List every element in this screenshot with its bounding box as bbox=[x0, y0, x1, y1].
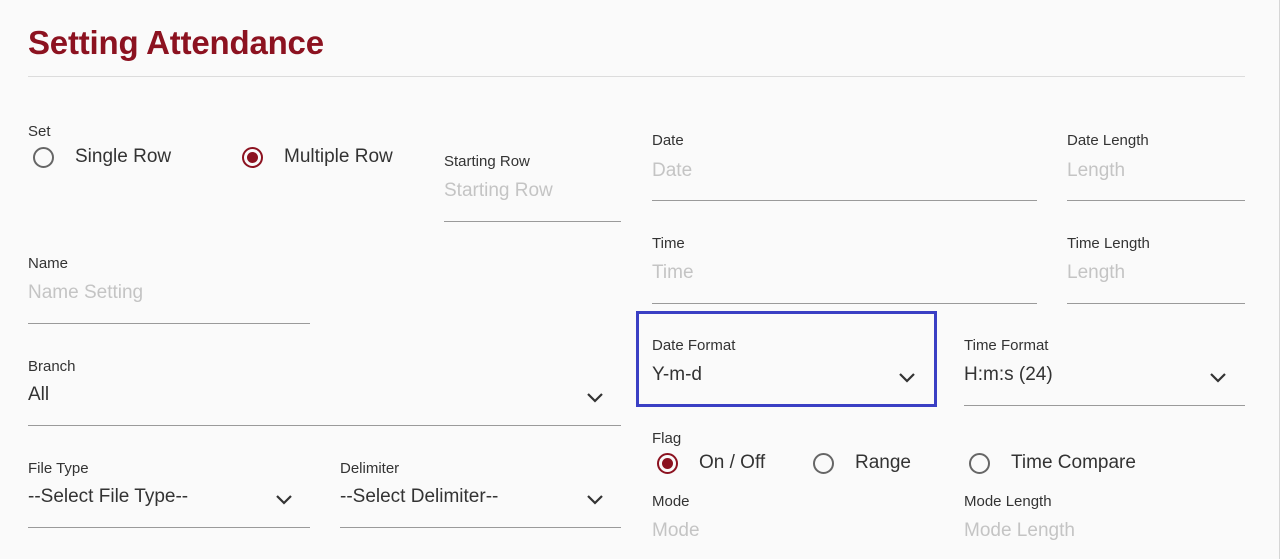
time-format-select[interactable]: H:m:s (24) bbox=[964, 360, 1245, 406]
name-input[interactable]: Name Setting bbox=[28, 278, 310, 324]
date-length-label: Date Length bbox=[1067, 132, 1149, 149]
flag-time-compare-radio[interactable]: Time Compare bbox=[969, 452, 1136, 474]
branch-select[interactable]: All bbox=[28, 381, 621, 426]
file-type-label: File Type bbox=[28, 460, 89, 477]
delimiter-value: --Select Delimiter-- bbox=[340, 486, 499, 507]
file-type-value: --Select File Type-- bbox=[28, 486, 189, 507]
starting-row-input[interactable]: Starting Row bbox=[444, 175, 621, 222]
date-format-label: Date Format bbox=[652, 337, 736, 354]
date-format-select[interactable]: Y-m-d bbox=[652, 360, 927, 400]
mode-placeholder: Mode bbox=[652, 520, 700, 541]
date-length-placeholder: Length bbox=[1067, 160, 1126, 181]
radio-circle-selected bbox=[657, 452, 678, 474]
delimiter-select[interactable]: --Select Delimiter-- bbox=[340, 483, 621, 528]
chevron-down-icon bbox=[585, 391, 605, 405]
radio-label: On / Off bbox=[699, 452, 766, 473]
chevron-down-icon bbox=[585, 493, 605, 507]
radio-circle bbox=[969, 452, 990, 474]
set-label: Set bbox=[28, 123, 51, 140]
mode-length-placeholder: Mode Length bbox=[964, 520, 1075, 541]
flag-on-off-radio[interactable]: On / Off bbox=[657, 452, 765, 474]
date-label: Date bbox=[652, 132, 684, 149]
radio-label: Time Compare bbox=[1011, 452, 1136, 473]
chevron-down-icon bbox=[897, 371, 917, 385]
time-length-placeholder: Length bbox=[1067, 262, 1126, 283]
mode-length-label: Mode Length bbox=[964, 493, 1052, 510]
mode-label: Mode bbox=[652, 493, 690, 510]
starting-row-label: Starting Row bbox=[444, 153, 530, 170]
radio-circle bbox=[33, 146, 54, 168]
date-length-input[interactable]: Length bbox=[1067, 155, 1245, 201]
time-label: Time bbox=[652, 235, 685, 252]
branch-value: All bbox=[28, 384, 50, 405]
setting-attendance-page: Setting Attendance Set Single Row Multip… bbox=[0, 0, 1280, 559]
mode-input[interactable]: Mode bbox=[652, 516, 933, 559]
radio-circle bbox=[813, 452, 834, 474]
date-input[interactable]: Date bbox=[652, 155, 1037, 201]
set-multiple-row-radio[interactable]: Multiple Row bbox=[242, 146, 393, 168]
branch-label: Branch bbox=[28, 358, 76, 375]
radio-label: Multiple Row bbox=[284, 146, 393, 167]
time-format-label: Time Format bbox=[964, 337, 1049, 354]
date-format-value: Y-m-d bbox=[652, 364, 702, 385]
mode-length-input[interactable]: Mode Length bbox=[964, 516, 1245, 559]
title-divider bbox=[28, 76, 1245, 77]
radio-label: Single Row bbox=[75, 146, 172, 167]
flag-label: Flag bbox=[652, 430, 682, 447]
name-label: Name bbox=[28, 255, 69, 272]
delimiter-label: Delimiter bbox=[340, 460, 400, 477]
name-placeholder: Name Setting bbox=[28, 282, 144, 303]
starting-row-placeholder: Starting Row bbox=[444, 180, 553, 201]
time-length-input[interactable]: Length bbox=[1067, 258, 1245, 304]
radio-label: Range bbox=[855, 452, 911, 473]
radio-circle-selected bbox=[242, 146, 263, 168]
set-single-row-radio[interactable]: Single Row bbox=[33, 146, 171, 168]
time-placeholder: Time bbox=[652, 262, 694, 283]
page-title: Setting Attendance bbox=[28, 24, 324, 61]
chevron-down-icon bbox=[274, 493, 294, 507]
time-format-value: H:m:s (24) bbox=[964, 364, 1053, 385]
time-length-label: Time Length bbox=[1067, 235, 1150, 252]
chevron-down-icon bbox=[1208, 371, 1228, 385]
flag-range-radio[interactable]: Range bbox=[813, 452, 911, 474]
time-input[interactable]: Time bbox=[652, 258, 1037, 304]
file-type-select[interactable]: --Select File Type-- bbox=[28, 483, 310, 528]
date-placeholder: Date bbox=[652, 160, 693, 181]
